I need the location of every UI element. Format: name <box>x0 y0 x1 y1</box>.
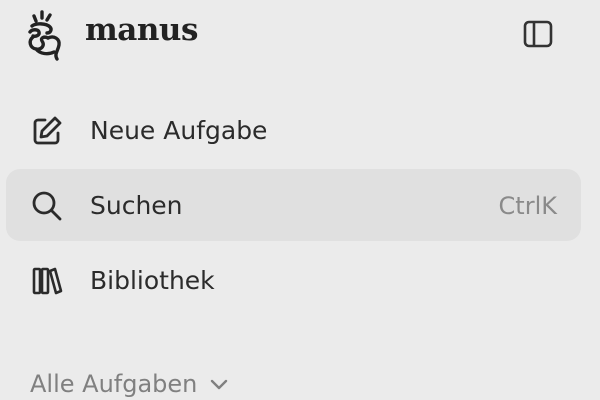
sidebar-toggle-icon <box>522 18 554 54</box>
sidebar-header: manus <box>0 0 600 72</box>
chevron-down-icon <box>209 374 229 394</box>
section-label: Alle Aufgaben <box>30 370 198 398</box>
hand-logo-icon[interactable] <box>24 10 70 62</box>
nav-item-library[interactable]: Bibliothek <box>6 244 581 316</box>
edit-icon <box>30 114 64 148</box>
sidebar-toggle-button[interactable] <box>520 18 556 54</box>
search-icon <box>30 189 64 223</box>
nav-item-new-task[interactable]: Neue Aufgabe <box>6 94 581 166</box>
keyboard-shortcut-hint: CtrlK <box>498 192 557 220</box>
nav-item-label: Bibliothek <box>90 266 215 295</box>
all-tasks-section-toggle[interactable]: Alle Aufgaben <box>30 366 229 400</box>
nav-item-label: Neue Aufgabe <box>90 116 268 145</box>
nav-item-label: Suchen <box>90 191 183 220</box>
library-icon <box>30 264 64 298</box>
sidebar: manus Neue Aufgabe Suchen CtrlK Biblioth… <box>0 0 600 400</box>
nav-item-search[interactable]: Suchen CtrlK <box>6 169 581 241</box>
brand-name: manus <box>85 12 198 48</box>
